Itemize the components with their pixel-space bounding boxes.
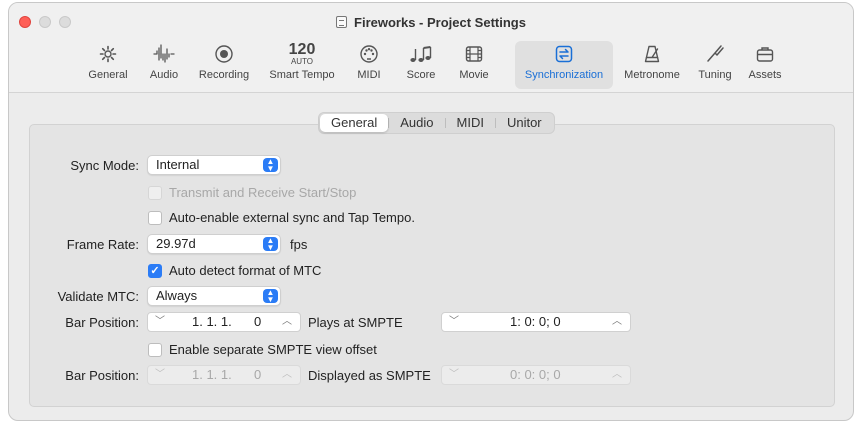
auto-detect-label: Auto detect format of MTC xyxy=(169,263,322,278)
bar-position-value: 1. 1. 1. xyxy=(192,314,232,329)
validate-mtc-select[interactable]: Always ▲ ▼ xyxy=(147,286,281,306)
auto-detect-checkbox[interactable]: ✓ xyxy=(148,264,162,278)
toolbar-synchronization[interactable]: Synchronization xyxy=(515,41,613,89)
bar-position-field[interactable]: ﹀ 1. 1. 1. 0 ︿ xyxy=(147,312,301,332)
chevron-updown-icon: ▲ ▼ xyxy=(263,158,278,173)
window-title-text: Fireworks - Project Settings xyxy=(354,15,526,30)
tempo-icon: 120 AUTO xyxy=(260,41,344,67)
plays-at-smpte-label: Plays at SMPTE xyxy=(308,315,403,330)
tempo-mode: AUTO xyxy=(290,56,314,66)
toolbar-smart-tempo[interactable]: 120 AUTO Smart Tempo xyxy=(260,41,344,89)
plays-at-smpte-field[interactable]: ﹀ 1: 0: 0; 0 ︿ xyxy=(441,312,631,332)
chevron-up-icon[interactable]: ︿ xyxy=(610,313,624,331)
window-title: Fireworks - Project Settings xyxy=(9,15,853,30)
bar-position-value-2: 1. 1. 1. xyxy=(192,367,232,382)
tuning-fork-icon xyxy=(693,41,737,67)
sync-icon xyxy=(515,41,613,67)
tab-midi[interactable]: MIDI xyxy=(446,114,495,132)
toolbar-midi-label: MIDI xyxy=(357,69,381,81)
record-icon xyxy=(193,41,255,67)
toolbar-recording-label: Recording xyxy=(198,69,250,81)
toolbar-audio-label: Audio xyxy=(149,69,179,81)
toolbar-assets-label: Assets xyxy=(748,69,782,81)
gear-icon xyxy=(81,41,135,67)
metronome-icon xyxy=(619,41,685,67)
tempo-value: 120 xyxy=(288,40,316,58)
chevron-down-icon[interactable]: ﹀ xyxy=(153,313,167,331)
auto-enable-checkbox[interactable] xyxy=(148,211,162,225)
transmit-receive-label: Transmit and Receive Start/Stop xyxy=(169,185,357,200)
bar-position-field-2[interactable]: ﹀ 1. 1. 1. 0 ︿ xyxy=(147,365,301,385)
toolbar-midi[interactable]: MIDI xyxy=(349,41,389,89)
sync-mode-select[interactable]: Internal ▲ ▼ xyxy=(147,155,281,175)
transmit-receive-checkbox[interactable] xyxy=(148,186,162,200)
chevron-up-icon[interactable]: ︿ xyxy=(280,366,294,384)
chevron-down-icon[interactable]: ﹀ xyxy=(447,366,461,384)
sync-mode-label: Sync Mode: xyxy=(70,158,139,173)
frame-rate-select[interactable]: 29.97d ▲ ▼ xyxy=(147,234,281,254)
toolbar-audio[interactable]: Audio xyxy=(143,41,185,89)
toolbar-metronome-label: Metronome xyxy=(624,69,680,81)
displayed-as-smpte-field[interactable]: ﹀ 0: 0: 0; 0 ︿ xyxy=(441,365,631,385)
chevron-updown-icon: ▲ ▼ xyxy=(263,289,278,304)
toolbar-assets[interactable]: Assets xyxy=(741,41,789,89)
toolbar-smart-tempo-label: Smart Tempo xyxy=(269,69,335,81)
displayed-as-smpte-value: 0: 0: 0; 0 xyxy=(510,367,561,382)
waveform-icon xyxy=(143,41,185,67)
music-notes-icon xyxy=(399,41,443,67)
toolbar-tuning-label: Tuning xyxy=(698,69,732,81)
bar-position-ticks: 0 xyxy=(254,314,262,329)
bar-position-label-2: Bar Position: xyxy=(65,368,139,383)
plays-at-smpte-value: 1: 0: 0; 0 xyxy=(510,314,561,329)
toolbar-metronome[interactable]: Metronome xyxy=(619,41,685,89)
briefcase-icon xyxy=(741,41,789,67)
auto-enable-label: Auto-enable external sync and Tap Tempo. xyxy=(169,210,415,225)
tab-unitor[interactable]: Unitor xyxy=(496,114,553,132)
validate-mtc-value: Always xyxy=(156,288,198,303)
tab-bar: General Audio MIDI Unitor xyxy=(318,112,555,134)
frame-rate-value: 29.97d xyxy=(156,236,196,251)
chevron-down-icon[interactable]: ﹀ xyxy=(447,313,461,331)
title-bar: Fireworks - Project Settings General Aud… xyxy=(9,3,853,93)
toolbar-score-label: Score xyxy=(406,69,436,81)
midi-icon xyxy=(349,41,389,67)
chevron-up-icon[interactable]: ︿ xyxy=(610,366,624,384)
film-icon xyxy=(453,41,495,67)
sync-mode-value: Internal xyxy=(156,157,200,172)
validate-mtc-label: Validate MTC: xyxy=(57,289,139,304)
separate-offset-checkbox[interactable] xyxy=(148,343,162,357)
displayed-as-smpte-label: Displayed as SMPTE xyxy=(308,368,431,383)
project-settings-window: Fireworks - Project Settings General Aud… xyxy=(8,2,854,421)
bar-position-label: Bar Position: xyxy=(65,315,139,330)
toolbar-general-label: General xyxy=(88,69,128,81)
chevron-down-icon[interactable]: ﹀ xyxy=(153,366,167,384)
chevron-up-icon[interactable]: ︿ xyxy=(280,313,294,331)
tab-audio[interactable]: Audio xyxy=(389,114,444,132)
toolbar-score[interactable]: Score xyxy=(399,41,443,89)
settings-toolbar: General Audio Recording 120 AUTO Smart T… xyxy=(9,41,853,91)
toolbar-movie[interactable]: Movie xyxy=(453,41,495,89)
toolbar-synchronization-label: Synchronization xyxy=(524,69,604,81)
toolbar-recording[interactable]: Recording xyxy=(193,41,255,89)
frame-rate-label: Frame Rate: xyxy=(66,237,139,252)
separate-offset-label: Enable separate SMPTE view offset xyxy=(169,342,377,357)
bar-position-ticks-2: 0 xyxy=(254,367,262,382)
toolbar-tuning[interactable]: Tuning xyxy=(693,41,737,89)
frame-rate-unit: fps xyxy=(290,237,308,252)
document-icon xyxy=(336,16,348,28)
tab-general[interactable]: General xyxy=(320,114,389,132)
toolbar-movie-label: Movie xyxy=(459,69,489,81)
chevron-updown-icon: ▲ ▼ xyxy=(263,237,278,252)
toolbar-general[interactable]: General xyxy=(81,41,135,89)
